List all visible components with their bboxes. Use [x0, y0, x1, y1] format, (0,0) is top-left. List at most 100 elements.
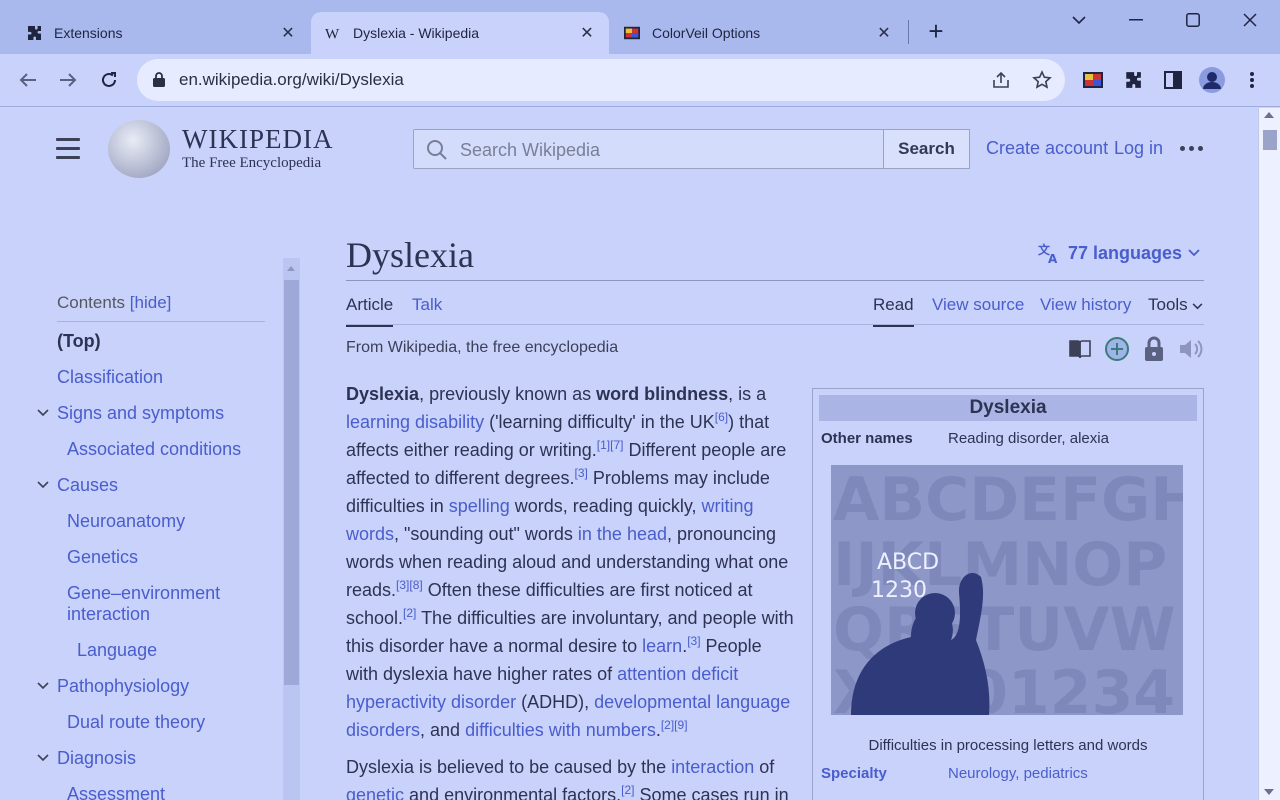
toc-item-associated-conditions[interactable]: Associated conditions [67, 439, 241, 460]
svg-text:A: A [1048, 252, 1058, 264]
chalk-letters: ABCD [877, 550, 939, 575]
search-placeholder: Search Wikipedia [460, 140, 601, 160]
link-spelling[interactable]: spelling [449, 496, 510, 516]
lead-paragraph: Dyslexia, previously known as word blind… [346, 384, 794, 740]
toc-item-signs-and-symptoms[interactable]: Signs and symptoms [57, 403, 224, 424]
tools-menu[interactable]: Tools [1148, 295, 1203, 315]
tab-extensions[interactable]: Extensions ✕ [12, 12, 310, 54]
link-learning-disability[interactable]: learning disability [346, 412, 484, 432]
minimize-icon[interactable] [1116, 8, 1156, 32]
url-text[interactable]: en.wikipedia.org/wiki/Dyslexia [179, 70, 404, 90]
toc-item-diagnosis[interactable]: Diagnosis [57, 748, 136, 769]
tab-view-history[interactable]: View history [1040, 295, 1131, 315]
chevron-down-icon[interactable] [37, 679, 49, 691]
toc-item-neuroanatomy[interactable]: Neuroanatomy [67, 511, 185, 532]
create-account-link[interactable]: Create account [986, 138, 1108, 159]
page-scrollbar[interactable] [1258, 108, 1280, 800]
second-paragraph: Dyslexia is believed to be caused by the… [346, 753, 796, 800]
wikipedia-wordmark[interactable]: WIKIPEDIA The Free Encyclopedia [182, 124, 333, 172]
colorveil-extension-icon[interactable] [1080, 67, 1106, 93]
tab-article[interactable]: Article [346, 295, 394, 327]
link-difficulties-with-numbers[interactable]: difficulties with numbers [465, 720, 656, 740]
toc-item-genetics[interactable]: Genetics [67, 547, 138, 568]
toc-item-dual-route-theory[interactable]: Dual route theory [67, 712, 205, 733]
chevron-down-icon [1188, 249, 1200, 257]
chevron-down-icon[interactable] [37, 478, 49, 490]
scroll-up-arrow-icon[interactable] [1264, 112, 1274, 118]
tab-title: ColorVeil Options [652, 25, 761, 41]
main-menu-hamburger-icon[interactable] [56, 138, 80, 160]
toc-item-interaction[interactable]: interaction [67, 604, 150, 625]
share-icon[interactable] [991, 70, 1011, 90]
window-close-icon[interactable] [1230, 8, 1270, 32]
toc-item-language[interactable]: Language [77, 640, 157, 661]
page-scrollbar-thumb[interactable] [1263, 130, 1277, 150]
languages-button[interactable]: 文A 77 languages [1038, 242, 1200, 264]
new-tab-plus-icon[interactable]: + [922, 18, 950, 46]
infobox-label-link[interactable]: Specialty [821, 765, 887, 782]
puzzle-icon [26, 25, 42, 41]
toc-item-top[interactable]: (Top) [57, 331, 101, 352]
reload-icon[interactable] [94, 65, 124, 95]
toc-item-pathophysiology[interactable]: Pathophysiology [57, 676, 189, 697]
tab-strip: Extensions ✕ W Dyslexia - Wikipedia ✕ Co… [0, 0, 1280, 54]
forward-arrow-icon[interactable] [53, 65, 83, 95]
toc-hide-link[interactable]: [hide] [130, 293, 172, 312]
svg-text:W: W [325, 26, 340, 41]
tab-view-source[interactable]: View source [932, 295, 1024, 315]
infobox-caption: Difficulties in processing letters and w… [868, 737, 1148, 754]
infobox-label: Other names [821, 430, 913, 447]
wordmark-text: WIKIPEDIA [182, 124, 334, 154]
chevron-down-icon[interactable] [37, 406, 49, 418]
chevron-down-icon[interactable] [37, 751, 49, 763]
tab-colorveil-options[interactable]: ColorVeil Options ✕ [610, 12, 906, 54]
wikipedia-globe-logo[interactable] [108, 120, 170, 178]
toc-item-classification[interactable]: Classification [57, 367, 163, 388]
scroll-down-arrow-icon[interactable] [1264, 789, 1274, 795]
infobox-image-chalkboard[interactable]: ABCDEFGH IJKLMNOP QRSTUVW XYZ01234 ABCD … [831, 465, 1183, 715]
infobox-value-link[interactable]: Neurology, pediatrics [948, 765, 1088, 782]
toc-scrollbar-thumb[interactable] [284, 280, 299, 685]
search-input[interactable]: Search Wikipedia [413, 129, 884, 169]
extensions-puzzle-icon[interactable] [1120, 67, 1146, 93]
toc-item-gene-environment[interactable]: Gene–environment [67, 583, 220, 604]
protected-lock-icon[interactable] [1141, 336, 1167, 362]
link-interaction[interactable]: interaction [671, 757, 754, 777]
profile-avatar-icon[interactable] [1199, 67, 1225, 93]
maximize-icon[interactable] [1173, 8, 1213, 32]
close-icon[interactable]: ✕ [278, 23, 298, 43]
tab-dyslexia-wikipedia[interactable]: W Dyslexia - Wikipedia ✕ [311, 12, 609, 54]
link-writing-words[interactable]: writing words [346, 496, 754, 544]
scroll-up-arrow-icon[interactable] [287, 266, 295, 271]
side-panel-icon[interactable] [1160, 67, 1186, 93]
close-icon[interactable]: ✕ [577, 23, 597, 43]
browser-menu-kebab-icon[interactable] [1239, 67, 1265, 93]
address-bar[interactable]: en.wikipedia.org/wiki/Dyslexia [137, 59, 1065, 101]
title-underline [346, 280, 1204, 281]
toc-item-assessment[interactable]: Assessment [67, 784, 165, 800]
log-in-link[interactable]: Log in [1114, 138, 1163, 159]
link-learn[interactable]: learn [642, 636, 682, 656]
link-in-the-head[interactable]: in the head [578, 524, 667, 544]
tab-search-chevron-icon[interactable] [1059, 8, 1099, 32]
search-button[interactable]: Search [883, 129, 970, 169]
good-article-plus-icon[interactable] [1104, 336, 1130, 362]
toc-heading-label: Contents [57, 293, 126, 312]
toc-scrollbar[interactable] [283, 258, 300, 800]
browser-toolbar: en.wikipedia.org/wiki/Dyslexia [0, 54, 1280, 107]
infobox-title: Dyslexia [819, 395, 1197, 421]
link-genetic[interactable]: genetic [346, 785, 404, 800]
tab-talk[interactable]: Talk [412, 295, 442, 315]
translate-icon: 文A [1038, 242, 1058, 264]
more-options-ellipsis-icon[interactable] [1180, 146, 1203, 151]
back-arrow-icon[interactable] [13, 65, 43, 95]
toc-item-causes[interactable]: Causes [57, 475, 118, 496]
lock-icon[interactable] [153, 72, 165, 92]
close-icon[interactable]: ✕ [874, 23, 894, 43]
tab-read[interactable]: Read [873, 295, 914, 327]
book-icon[interactable] [1067, 336, 1093, 362]
listen-audio-icon[interactable] [1178, 336, 1204, 362]
bookmark-star-icon[interactable] [1032, 70, 1052, 90]
search-icon [426, 139, 448, 166]
page-title: Dyslexia [346, 235, 474, 275]
